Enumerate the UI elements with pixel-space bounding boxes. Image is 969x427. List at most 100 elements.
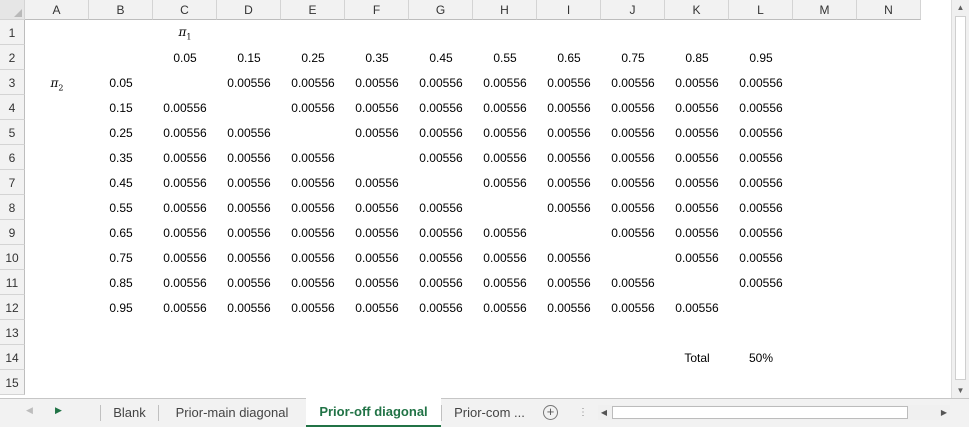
prior-cell[interactable]: 0.00556	[153, 220, 217, 245]
prior-cell[interactable]: 0.00556	[601, 95, 665, 120]
prior-cell[interactable]: 0.00556	[665, 295, 729, 320]
prior-cell[interactable]: 0.00556	[281, 220, 345, 245]
prior-cell[interactable]: 0.00556	[473, 145, 537, 170]
prior-cell[interactable]: 0.00556	[153, 95, 217, 120]
row-header-12[interactable]: 12	[0, 295, 25, 320]
prior-cell[interactable]: 0.00556	[601, 70, 665, 95]
prior-cell[interactable]: 0.00556	[473, 245, 537, 270]
row-header-7[interactable]: 7	[0, 170, 25, 195]
pi2-row-value[interactable]: 0.35	[89, 145, 153, 170]
prior-cell[interactable]: 0.00556	[665, 220, 729, 245]
column-header-k[interactable]: K	[665, 0, 729, 20]
prior-cell[interactable]: 0.00556	[217, 270, 281, 295]
pi2-row-value[interactable]: 0.85	[89, 270, 153, 295]
tab-prior-com[interactable]: Prior-com ...	[442, 399, 537, 427]
pi2-row-value[interactable]: 0.45	[89, 170, 153, 195]
prior-cell[interactable]: 0.00556	[473, 270, 537, 295]
row-header-4[interactable]: 4	[0, 95, 25, 120]
prior-cell[interactable]: 0.00556	[729, 245, 793, 270]
pi1-header-value[interactable]: 0.55	[473, 45, 537, 70]
vertical-scroll-thumb[interactable]	[955, 16, 966, 380]
prior-cell[interactable]: 0.00556	[665, 195, 729, 220]
spreadsheet-grid[interactable]: A B C D E F G H I J K L M N 1 2 3 4 5 6 7 8 9 10 11 12 13 14 15 π1 π2 0…	[0, 0, 951, 398]
prior-cell[interactable]: 0.00556	[281, 95, 345, 120]
row-header-1[interactable]: 1	[0, 20, 25, 45]
total-label[interactable]: Total	[665, 345, 729, 370]
prior-cell[interactable]: 0.00556	[537, 270, 601, 295]
prior-cell[interactable]: 0.00556	[409, 120, 473, 145]
row-header-15[interactable]: 15	[0, 370, 25, 395]
prior-cell[interactable]: 0.00556	[473, 220, 537, 245]
prior-cell[interactable]: 0.00556	[281, 295, 345, 320]
prior-cell[interactable]: 0.00556	[409, 270, 473, 295]
add-sheet-icon[interactable]: +	[543, 405, 558, 420]
column-header-j[interactable]: J	[601, 0, 665, 20]
prior-cell[interactable]: 0.00556	[601, 270, 665, 295]
prior-cell[interactable]: 0.00556	[537, 145, 601, 170]
horizontal-scrollbar[interactable]: ◀ ▶	[598, 405, 950, 420]
prior-cell[interactable]: 0.00556	[409, 70, 473, 95]
prior-cell[interactable]: 0.00556	[345, 245, 409, 270]
prior-cell[interactable]: 0.00556	[281, 245, 345, 270]
prior-cell[interactable]: 0.00556	[409, 220, 473, 245]
prior-cell[interactable]: 0.00556	[601, 220, 665, 245]
tab-scroll-left-icon[interactable]: ◀	[26, 405, 33, 416]
column-header-m[interactable]: M	[793, 0, 857, 20]
row-header-3[interactable]: 3	[0, 70, 25, 95]
tab-prior-off-diagonal[interactable]: Prior-off diagonal	[306, 398, 441, 427]
prior-cell[interactable]: 0.00556	[729, 145, 793, 170]
prior-cell[interactable]: 0.00556	[409, 245, 473, 270]
prior-cell[interactable]: 0.00556	[281, 270, 345, 295]
prior-cell[interactable]: 0.00556	[153, 170, 217, 195]
prior-cell[interactable]: 0.00556	[473, 70, 537, 95]
prior-cell[interactable]: 0.00556	[665, 95, 729, 120]
pi2-row-value[interactable]: 0.25	[89, 120, 153, 145]
prior-cell[interactable]: 0.00556	[729, 195, 793, 220]
prior-cell[interactable]: 0.00556	[665, 145, 729, 170]
column-header-e[interactable]: E	[281, 0, 345, 20]
prior-cell[interactable]: 0.00556	[217, 145, 281, 170]
pi2-row-value[interactable]: 0.15	[89, 95, 153, 120]
row-header-6[interactable]: 6	[0, 145, 25, 170]
pi1-header-value[interactable]: 0.05	[153, 45, 217, 70]
row-header-9[interactable]: 9	[0, 220, 25, 245]
prior-cell[interactable]: 0.00556	[729, 220, 793, 245]
prior-cell[interactable]: 0.00556	[409, 195, 473, 220]
pi1-header-value[interactable]: 0.25	[281, 45, 345, 70]
tab-splitter-icon[interactable]: ⋮	[578, 407, 588, 418]
scroll-right-icon[interactable]: ▶	[938, 405, 950, 420]
prior-cell[interactable]: 0.00556	[153, 145, 217, 170]
column-header-i[interactable]: I	[537, 0, 601, 20]
prior-cell[interactable]: 0.00556	[729, 120, 793, 145]
prior-cell[interactable]: 0.00556	[601, 295, 665, 320]
row-header-2[interactable]: 2	[0, 45, 25, 70]
pi2-row-value[interactable]: 0.65	[89, 220, 153, 245]
prior-cell[interactable]: 0.00556	[601, 120, 665, 145]
prior-cell[interactable]: 0.00556	[281, 70, 345, 95]
prior-cell[interactable]: 0.00556	[537, 70, 601, 95]
column-header-g[interactable]: G	[409, 0, 473, 20]
pi2-row-value[interactable]: 0.95	[89, 295, 153, 320]
prior-cell[interactable]: 0.00556	[537, 245, 601, 270]
pi1-header-value[interactable]: 0.35	[345, 45, 409, 70]
prior-cell[interactable]: 0.00556	[537, 295, 601, 320]
prior-cell[interactable]: 0.00556	[153, 270, 217, 295]
prior-cell[interactable]: 0.00556	[729, 70, 793, 95]
prior-cell[interactable]: 0.00556	[409, 145, 473, 170]
vertical-scrollbar[interactable]: ▲ ▼	[951, 0, 969, 398]
prior-cell[interactable]: 0.00556	[345, 95, 409, 120]
prior-cell[interactable]: 0.00556	[345, 270, 409, 295]
pi1-header-value[interactable]: 0.75	[601, 45, 665, 70]
prior-cell[interactable]: 0.00556	[217, 245, 281, 270]
prior-cell[interactable]: 0.00556	[281, 195, 345, 220]
prior-cell[interactable]: 0.00556	[729, 270, 793, 295]
prior-cell[interactable]: 0.00556	[281, 170, 345, 195]
prior-cell[interactable]: 0.00556	[345, 295, 409, 320]
prior-cell[interactable]: 0.00556	[217, 120, 281, 145]
scroll-down-icon[interactable]: ▼	[955, 385, 966, 396]
prior-cell[interactable]: 0.00556	[153, 195, 217, 220]
row-header-8[interactable]: 8	[0, 195, 25, 220]
row-header-5[interactable]: 5	[0, 120, 25, 145]
prior-cell[interactable]: 0.00556	[473, 295, 537, 320]
column-header-f[interactable]: F	[345, 0, 409, 20]
